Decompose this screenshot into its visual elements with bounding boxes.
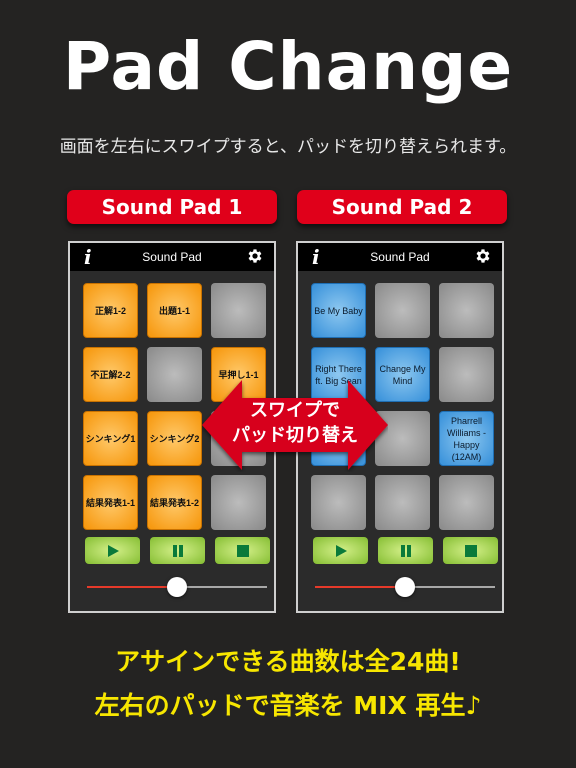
pad[interactable]: Pharrell Williams - Happy (12AM) xyxy=(439,411,494,466)
play-button[interactable] xyxy=(85,537,140,564)
nav-title: Sound Pad xyxy=(142,250,202,264)
pause-button[interactable] xyxy=(150,537,205,564)
stop-icon xyxy=(236,544,249,557)
pad[interactable]: 結果発表1-2 xyxy=(147,475,202,530)
sound-pad-2-label: Sound Pad 2 xyxy=(297,190,507,224)
nav-title: Sound Pad xyxy=(370,250,430,264)
stop-button[interactable] xyxy=(215,537,270,564)
footer-line-1: アサインできる曲数は全24曲! xyxy=(115,647,461,676)
pad[interactable] xyxy=(439,283,494,338)
pad[interactable]: 不正解2-2 xyxy=(83,347,138,402)
pause-icon xyxy=(172,544,183,557)
swipe-callout-line1: スワイプで xyxy=(250,400,340,421)
swipe-callout-line2: パッド切り替え xyxy=(232,425,358,446)
pad[interactable]: 出題1-1 xyxy=(147,283,202,338)
slider-fill xyxy=(87,586,177,588)
pad[interactable] xyxy=(439,347,494,402)
slider-fill xyxy=(315,586,405,588)
pad[interactable] xyxy=(211,283,266,338)
pause-icon xyxy=(400,544,411,557)
pad[interactable]: 結果発表1-1 xyxy=(83,475,138,530)
pad[interactable]: Be My Baby xyxy=(311,283,366,338)
stop-icon xyxy=(464,544,477,557)
gear-icon[interactable] xyxy=(474,247,492,265)
slider-thumb[interactable] xyxy=(167,577,187,597)
page-subtitle: 画面を左右にスワイプすると、パッドを切り替えられます。 xyxy=(59,137,517,157)
pad[interactable] xyxy=(147,347,202,402)
pad[interactable]: 正解1-2 xyxy=(83,283,138,338)
pad[interactable]: シンキング1 xyxy=(83,411,138,466)
pause-button[interactable] xyxy=(378,537,433,564)
transport-controls xyxy=(85,537,270,564)
volume-slider[interactable] xyxy=(315,577,495,597)
transport-controls xyxy=(313,537,498,564)
swipe-callout: スワイプで パッド切り替え xyxy=(202,398,388,448)
pad[interactable] xyxy=(311,475,366,530)
volume-slider[interactable] xyxy=(87,577,267,597)
play-icon xyxy=(335,544,347,557)
stop-button[interactable] xyxy=(443,537,498,564)
navbar: i Sound Pad xyxy=(298,243,502,271)
pad[interactable] xyxy=(439,475,494,530)
pad[interactable] xyxy=(375,475,430,530)
pad[interactable]: シンキング2 xyxy=(147,411,202,466)
pad[interactable] xyxy=(211,475,266,530)
navbar: i Sound Pad xyxy=(70,243,274,271)
pad[interactable] xyxy=(375,283,430,338)
play-button[interactable] xyxy=(313,537,368,564)
gear-icon[interactable] xyxy=(246,247,264,265)
footer-line-2: 左右のパッドで音楽を MIX 再生♪ xyxy=(94,691,482,720)
slider-thumb[interactable] xyxy=(395,577,415,597)
play-icon xyxy=(107,544,119,557)
sound-pad-1-label: Sound Pad 1 xyxy=(67,190,277,224)
page-title: Pad Change xyxy=(62,28,514,105)
